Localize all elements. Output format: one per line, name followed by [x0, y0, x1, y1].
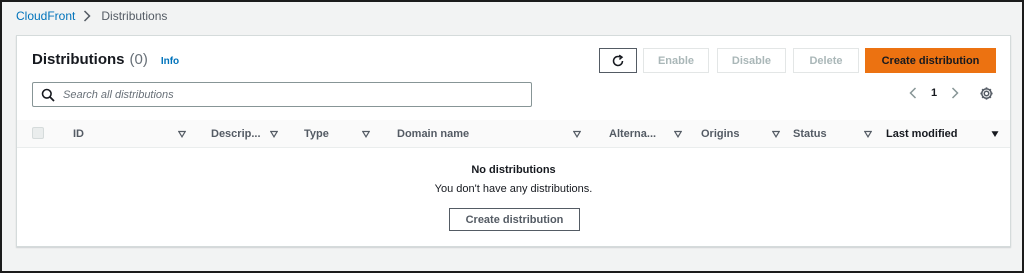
refresh-icon [611, 54, 625, 68]
sort-descending-icon [991, 130, 999, 138]
empty-state-title: No distributions [471, 164, 556, 176]
column-last-modified[interactable]: Last modified [886, 120, 1006, 148]
column-status-label: Status [793, 128, 827, 140]
empty-state-description: You don't have any distributions. [434, 183, 593, 195]
sort-icon [674, 130, 682, 138]
column-description[interactable]: Descrip... [211, 120, 291, 148]
sort-icon [178, 130, 186, 138]
sort-icon [864, 130, 872, 138]
page-title: Distributions [32, 51, 125, 68]
search-box [32, 82, 532, 107]
column-description-label: Descrip... [211, 128, 261, 140]
breadcrumb-current: Distributions [101, 9, 168, 23]
page-number[interactable]: 1 [931, 87, 937, 99]
column-last-modified-label: Last modified [886, 128, 958, 140]
sort-icon [362, 130, 370, 138]
create-distribution-button[interactable]: Create distribution [865, 48, 996, 73]
sort-icon [772, 130, 780, 138]
column-status[interactable]: Status [793, 120, 873, 148]
refresh-button[interactable] [599, 48, 637, 73]
column-alternate-domain[interactable]: Alterna... [609, 120, 689, 148]
search-input[interactable] [63, 88, 523, 101]
gear-icon[interactable] [979, 86, 994, 101]
column-origins-label: Origins [701, 128, 740, 140]
enable-button[interactable]: Enable [643, 48, 709, 73]
chevron-right-icon [83, 10, 93, 22]
chevron-left-icon[interactable] [907, 86, 919, 100]
pagination: 1 [907, 86, 961, 100]
delete-button[interactable]: Delete [793, 48, 859, 73]
panel-header: Distributions (0) Info [32, 51, 179, 68]
column-domain-name[interactable]: Domain name [397, 120, 597, 148]
column-id[interactable]: ID [73, 120, 195, 148]
empty-state-create-button[interactable]: Create distribution [449, 208, 580, 231]
info-link[interactable]: Info [161, 56, 179, 67]
disable-button[interactable]: Disable [717, 48, 786, 73]
app-frame: CloudFront Distributions Distributions (… [0, 0, 1024, 273]
column-origins[interactable]: Origins [701, 120, 781, 148]
distributions-count: (0) [129, 51, 148, 68]
select-all-checkbox[interactable] [32, 127, 44, 139]
chevron-right-icon[interactable] [949, 86, 961, 100]
column-type-label: Type [304, 128, 329, 140]
table-header: ID Descrip... Type Domain name Alterna..… [17, 120, 1010, 148]
sort-icon [573, 130, 581, 138]
column-id-label: ID [73, 128, 84, 140]
search-icon [41, 88, 55, 102]
distributions-panel: Distributions (0) Info Enable Disable De… [16, 35, 1011, 247]
breadcrumb-cloudfront-link[interactable]: CloudFront [16, 9, 75, 23]
breadcrumb: CloudFront Distributions [16, 9, 167, 23]
sort-icon [270, 130, 278, 138]
column-alternate-domain-label: Alterna... [609, 128, 657, 140]
column-type[interactable]: Type [304, 120, 374, 148]
column-domain-name-label: Domain name [397, 128, 470, 140]
